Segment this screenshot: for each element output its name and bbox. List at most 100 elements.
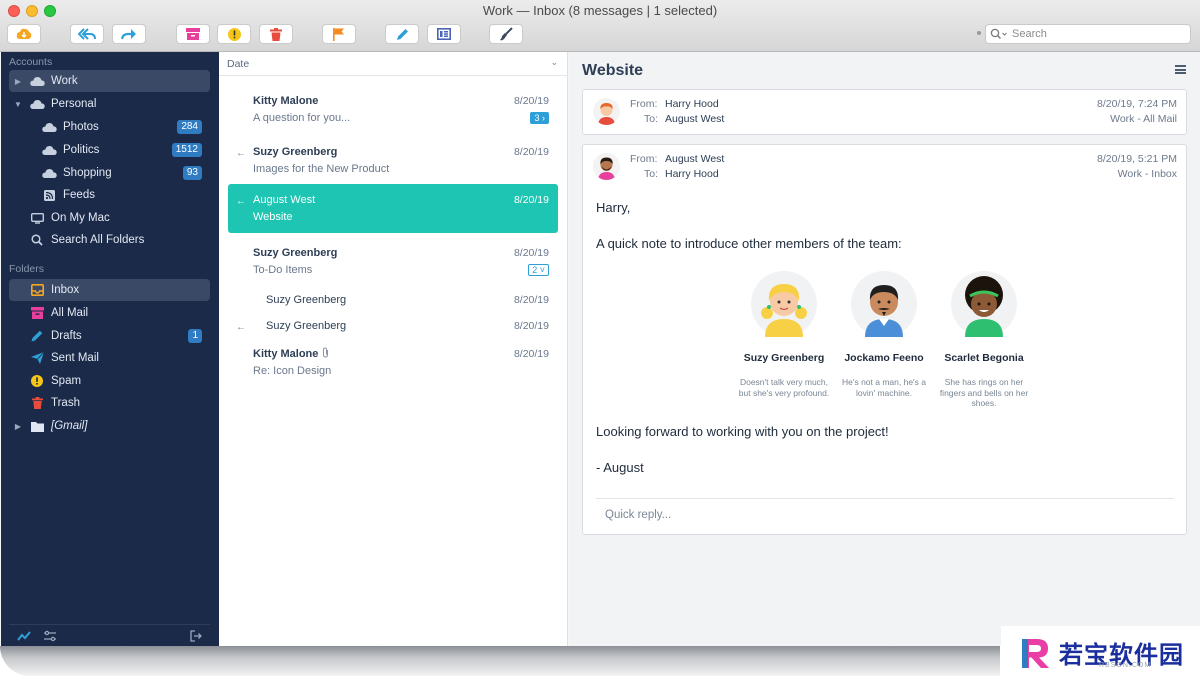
sidebar-item-shopping[interactable]: Shopping 93 — [9, 162, 210, 184]
cloud-icon — [41, 143, 57, 157]
team-member-card: Scarlet Begonia She has rings on her fin… — [929, 271, 1039, 409]
get-mail-button[interactable] — [7, 24, 41, 44]
suzy-greenberg-avatar — [751, 271, 817, 337]
message-sender: Suzy Greenberg — [253, 146, 338, 158]
to-value[interactable]: August West — [665, 113, 724, 125]
from-label: From: — [630, 153, 658, 165]
sidebar-item-personal[interactable]: ▼ Personal — [9, 93, 210, 115]
reading-pane: Website From: Harry Hood To: August West… — [569, 52, 1200, 646]
archive-icon — [29, 306, 45, 320]
activity-icon[interactable] — [17, 630, 31, 642]
paperclip-icon — [323, 347, 328, 358]
forward-button[interactable] — [112, 24, 146, 44]
message-row[interactable]: Kitty Malone Re: Icon Design 8/20/19 — [228, 338, 558, 384]
sidebar-item-work[interactable]: ▶ Work — [9, 70, 210, 92]
sidebar-item-photos[interactable]: Photos 284 — [9, 116, 210, 138]
disclosure-right-icon[interactable]: ▶ — [13, 422, 23, 431]
spam-button[interactable] — [217, 24, 251, 44]
unread-badge: 284 — [177, 120, 202, 134]
disclosure-right-icon[interactable]: ▶ — [13, 77, 23, 86]
sidebar-item-on-my-mac[interactable]: On My Mac — [9, 207, 210, 229]
email-folder: Work - Inbox — [1117, 168, 1177, 180]
conversation-title: Website — [582, 62, 644, 79]
sign-out-icon[interactable] — [189, 630, 203, 642]
message-row[interactable]: Suzy Greenberg To-Do Items 8/20/19 2 ˅ — [228, 237, 558, 283]
email-datetime: 8/20/19, 5:21 PM — [1097, 153, 1177, 165]
message-date: 8/20/19 — [513, 294, 549, 306]
sidebar-item-label: Spam — [51, 375, 82, 387]
flag-icon — [333, 27, 344, 41]
watermark-subtext: RBSON.COM — [1099, 662, 1152, 669]
search-scope-indicator — [977, 31, 981, 35]
sidebar-item-trash[interactable]: Trash — [9, 392, 210, 414]
sidebar-item-sent-mail[interactable]: Sent Mail — [9, 347, 210, 369]
quick-reply-divider — [596, 498, 1174, 499]
disclosure-down-icon[interactable]: ▼ — [13, 100, 23, 109]
sidebar-item-search-all-folders[interactable]: Search All Folders — [9, 229, 210, 251]
archive-icon — [186, 28, 200, 40]
thread-count-badge[interactable]: 3 › — [530, 112, 549, 124]
brush-icon — [500, 27, 513, 41]
team-member-name: Suzy Greenberg — [743, 352, 825, 364]
exclamation-icon — [29, 374, 45, 388]
rss-icon — [41, 188, 57, 202]
quick-reply-input[interactable]: Quick reply... — [605, 509, 671, 521]
sidebar-item-spam[interactable]: Spam — [9, 370, 210, 392]
message-row[interactable]: Suzy Greenberg 8/20/19 — [228, 284, 558, 310]
message-sender: Suzy Greenberg — [253, 247, 338, 259]
delete-button[interactable] — [259, 24, 293, 44]
sidebar-item-label: Drafts — [51, 330, 82, 342]
cloud-icon — [41, 166, 57, 180]
window-shadow — [0, 646, 1000, 676]
sidebar-item-label: Feeds — [63, 189, 95, 201]
sidebar-item-inbox[interactable]: Inbox — [9, 279, 210, 301]
message-row-selected[interactable]: ← August West Website 8/20/19 — [228, 184, 558, 233]
message-subject: Website — [253, 211, 293, 223]
sidebar-item-label: Inbox — [51, 284, 80, 296]
sidebar-item-politics[interactable]: Politics 1512 — [9, 139, 210, 161]
hamburger-menu-icon[interactable] — [1175, 65, 1186, 74]
sort-bar[interactable]: Date ⌄ — [219, 52, 568, 76]
from-value[interactable]: Harry Hood — [665, 98, 719, 110]
message-subject: To-Do Items — [253, 264, 313, 276]
thread-count-badge[interactable]: 2 ˅ — [528, 264, 549, 276]
search-field[interactable] — [985, 24, 1191, 44]
search-input[interactable] — [1008, 25, 1178, 43]
sidebar-item-label: All Mail — [51, 307, 89, 319]
team-member-name: Jockamo Feeno — [844, 352, 924, 364]
folders-heading: Folders — [9, 263, 45, 275]
chevron-down-icon[interactable]: ⌄ — [550, 57, 558, 68]
flag-button[interactable] — [322, 24, 356, 44]
replied-icon: ← — [236, 196, 246, 207]
message-row[interactable]: ← Suzy Greenberg 8/20/19 — [228, 310, 558, 336]
titlebar: Work — Inbox (8 messages | 1 selected) — [0, 0, 1200, 52]
themes-button[interactable] — [489, 24, 523, 44]
computer-icon — [29, 211, 45, 225]
sidebar-footer — [9, 624, 210, 646]
sidebar-item-label: Trash — [51, 397, 80, 409]
message-row[interactable]: Kitty Malone A question for you... 8/20/… — [228, 85, 558, 131]
settings-sliders-icon[interactable] — [43, 630, 57, 642]
templates-button[interactable] — [427, 24, 461, 44]
message-row[interactable]: ← Suzy Greenberg Images for the New Prod… — [228, 136, 558, 182]
to-value[interactable]: Harry Hood — [665, 168, 719, 180]
team-member-description: She has rings on her fingers and bells o… — [939, 377, 1029, 408]
reply-all-button[interactable] — [70, 24, 104, 44]
sidebar-item-feeds[interactable]: Feeds — [9, 184, 210, 206]
email-card-collapsed[interactable]: From: Harry Hood To: August West 8/20/19… — [582, 89, 1187, 135]
message-subject: Re: Icon Design — [253, 365, 332, 377]
sidebar-item-label: On My Mac — [51, 212, 110, 224]
from-value[interactable]: August West — [665, 153, 724, 165]
from-label: From: — [630, 98, 658, 110]
avatar — [593, 153, 620, 180]
email-card-expanded: From: August West To: Harry Hood 8/20/19… — [582, 144, 1187, 535]
sidebar-item-gmail[interactable]: ▶ [Gmail] — [9, 415, 210, 437]
compose-button[interactable] — [385, 24, 419, 44]
sidebar-item-all-mail[interactable]: All Mail — [9, 302, 210, 324]
cloud-icon — [29, 97, 45, 111]
message-sender: Suzy Greenberg — [266, 294, 347, 306]
sidebar-item-label: Photos — [63, 121, 99, 133]
sidebar-item-label: Politics — [63, 144, 100, 156]
sidebar-item-drafts[interactable]: Drafts 1 — [9, 325, 210, 347]
archive-button[interactable] — [176, 24, 210, 44]
